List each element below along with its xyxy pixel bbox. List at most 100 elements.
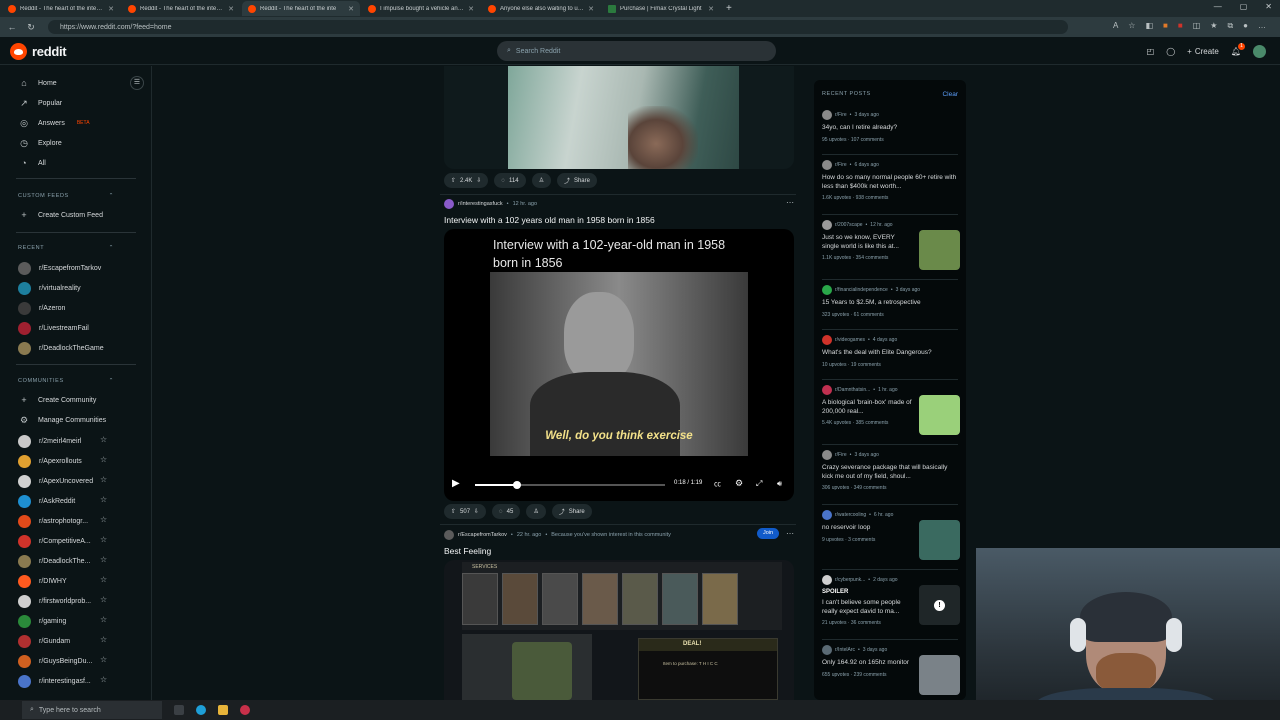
browser-tab[interactable]: Reddit - The heart of the inte ✕ — [242, 1, 360, 16]
recent-post-subreddit[interactable]: r/Fire — [835, 452, 847, 458]
manage-communities[interactable]: ⚙ Manage Communities — [18, 413, 106, 427]
recent-post-thumbnail-image[interactable]: ! — [919, 585, 960, 625]
maximize-icon[interactable]: ▢ — [1240, 2, 1248, 11]
sidebar-item-all[interactable]: ◔ All — [18, 156, 46, 170]
create-custom-feed[interactable]: + Create Custom Feed — [18, 208, 103, 222]
join-button[interactable]: Join — [757, 528, 779, 539]
favorite-star-icon[interactable]: ☆ — [100, 455, 107, 464]
favorite-star-icon[interactable]: ☆ — [100, 515, 107, 524]
minimize-icon[interactable]: — — [1214, 2, 1222, 11]
tab-close-icon[interactable]: ✕ — [348, 5, 354, 13]
recent-post-subreddit[interactable]: r/Fire — [835, 112, 847, 118]
recent-post-title[interactable]: no reservoir loop — [822, 524, 912, 533]
sidebar-recent-item[interactable]: r/virtualreality — [18, 281, 81, 295]
notifications-button[interactable]: 🔔︎ 1 — [1231, 43, 1245, 56]
favorite-star-icon[interactable]: ☆ — [100, 615, 107, 624]
clear-button[interactable]: Clear — [942, 91, 958, 98]
sidebar-community-item[interactable]: r/GuysBeingDu... — [18, 654, 92, 668]
read-aloud-icon[interactable]: A — [1113, 21, 1118, 31]
post2-subreddit[interactable]: r/interestingasfuck — [458, 201, 503, 207]
recent-post-subreddit[interactable]: r/financialindependence — [835, 287, 888, 293]
volume-icon[interactable]: 🔊︎ — [777, 479, 782, 489]
post2-title[interactable]: Interview with a 102 years old man in 19… — [444, 215, 655, 225]
sidebar-recent-item[interactable]: r/Azeron — [18, 301, 65, 315]
post3-more-icon[interactable]: ⋯ — [786, 529, 794, 538]
obs-app-icon[interactable] — [240, 705, 250, 715]
recent-post-title[interactable]: 34yo, can I retire already? — [822, 124, 960, 133]
sidebar-community-item[interactable]: r/ApexUncovered — [18, 474, 93, 488]
browser-tab[interactable]: Reddit - The heart of the internet ✕ — [2, 1, 120, 16]
extension-2-icon[interactable]: ■ — [1163, 21, 1168, 31]
close-window-icon[interactable]: ✕ — [1265, 2, 1272, 11]
recent-post-item[interactable]: r/IntelArc • 3 days ago Only 164.92 on 165h… — [822, 645, 960, 695]
sidebar-community-item[interactable]: r/AskReddit — [18, 494, 75, 508]
share-button[interactable]: ⤴ Share — [551, 504, 592, 519]
share-button[interactable]: ⤴ Share — [556, 173, 597, 188]
new-tab-button[interactable]: + — [726, 3, 732, 14]
sidebar-community-item[interactable]: r/interestingasf... — [18, 674, 91, 688]
seek-handle[interactable] — [512, 481, 521, 489]
browser-tab[interactable]: Anyone else also waiting to upg ✕ — [482, 1, 600, 16]
recent-post-thumbnail-image[interactable] — [919, 655, 960, 695]
favorite-star-icon[interactable]: ☆ — [100, 495, 107, 504]
comments-button[interactable]: ◌ 45 — [492, 504, 521, 519]
favorite-star-icon[interactable]: ☆ — [100, 655, 107, 664]
recent-post-title[interactable]: I can't believe some people really expec… — [822, 599, 912, 616]
recent-post-thumbnail-image[interactable] — [919, 520, 960, 560]
recent-post-item[interactable]: r/Fire • 6 days ago How do so many normal p… — [822, 160, 960, 201]
post3-image[interactable]: SERVICES DEAL! Item to purchase: T H I C… — [444, 560, 794, 700]
communities-header[interactable]: COMMUNITIES ⌃ — [18, 378, 114, 384]
post2-video-player[interactable]: Interview with a 102-year-old man in 195… — [444, 229, 794, 501]
tab-close-icon[interactable]: ✕ — [468, 5, 474, 13]
sidebar-community-item[interactable]: r/2meirl4meirl — [18, 434, 81, 448]
favorite-icon[interactable]: ☆ — [1128, 21, 1135, 31]
sidebar-community-item[interactable]: r/DeadlockThe... — [18, 554, 90, 568]
browser-tab[interactable]: I impulse bought a vehicle and I ✕ — [362, 1, 480, 16]
back-icon[interactable]: ← — [5, 22, 19, 32]
recent-post-subreddit[interactable]: r/cyberpunk... — [835, 577, 865, 583]
search-input[interactable]: ⌕ Search Reddit — [497, 41, 776, 61]
tab-close-icon[interactable]: ✕ — [108, 5, 114, 13]
sidebar-item-home[interactable]: ⌂ Home — [18, 76, 56, 90]
recent-post-subreddit[interactable]: r/2007scape — [835, 222, 863, 228]
browser-tab[interactable]: Purchase | Fimax Crystal Light ✕ — [602, 1, 720, 16]
browser-tab[interactable]: Reddit - The heart of the internet ✕ — [122, 1, 240, 16]
post3-subreddit[interactable]: r/EscapefromTarkov — [458, 532, 507, 538]
custom-feeds-header[interactable]: CUSTOM FEEDS ⌃ — [18, 193, 114, 199]
recent-post-item[interactable]: r/Fire • 3 days ago 34yo, can I retire alre… — [822, 110, 960, 143]
extension-icon[interactable]: ◧ — [1145, 21, 1153, 31]
favorite-star-icon[interactable]: ☆ — [100, 475, 107, 484]
tab-close-icon[interactable]: ✕ — [228, 5, 234, 13]
sidebar-item-popular[interactable]: ↗ Popular — [18, 96, 62, 110]
chat-icon[interactable]: ◯ — [1166, 47, 1175, 56]
recent-post-title[interactable]: What's the deal with Elite Dangerous? — [822, 349, 960, 358]
fullscreen-icon[interactable]: ⤢ — [756, 479, 762, 489]
recent-post-item[interactable]: r/cyberpunk... • 2 days ago SPOILER I can't … — [822, 575, 960, 626]
sidebar-recent-item[interactable]: r/LivestreamFail — [18, 321, 89, 335]
settings-gear-icon[interactable]: ⚙ — [735, 478, 743, 489]
favorites-bar-icon[interactable]: ★ — [1210, 21, 1217, 31]
edge-browser-icon[interactable] — [196, 705, 206, 715]
recent-post-title[interactable]: 15 Years to $2.5M, a retrospective — [822, 299, 960, 308]
recent-post-subreddit[interactable]: r/videogames — [835, 337, 865, 343]
collections-icon[interactable]: ⧉ — [1227, 21, 1233, 31]
sidebar-community-item[interactable]: r/Gundam — [18, 634, 70, 648]
advertise-icon[interactable]: ◰ — [1147, 47, 1155, 56]
upvote-icon[interactable]: ⇧ — [451, 508, 456, 515]
recent-post-subreddit[interactable]: r/Damnthatsin... — [835, 387, 870, 393]
subreddit-avatar[interactable] — [444, 530, 454, 540]
sidebar-community-item[interactable]: r/astrophotogr... — [18, 514, 88, 528]
recent-post-title[interactable]: A biological 'brain-box' made of 200,000… — [822, 399, 912, 416]
sidebar-community-item[interactable]: r/DIWHY — [18, 574, 67, 588]
extension-3-icon[interactable]: ■ — [1178, 21, 1183, 31]
sidebar-recent-item[interactable]: r/EscapefromTarkov — [18, 261, 101, 275]
recent-post-title[interactable]: Only 164.92 on 165hz monitor — [822, 659, 912, 668]
recent-post-title[interactable]: Just so we know, EVERY single world is l… — [822, 234, 912, 251]
sidebar-community-item[interactable]: r/gaming — [18, 614, 66, 628]
recent-post-thumbnail-image[interactable] — [919, 230, 960, 270]
reddit-logo[interactable]: reddit — [10, 43, 67, 60]
favorite-star-icon[interactable]: ☆ — [100, 675, 107, 684]
sidebar-item-explore[interactable]: ◷ Explore — [18, 136, 62, 150]
url-field[interactable]: https://www.reddit.com/?feed=home — [48, 20, 1068, 34]
play-icon[interactable]: ▶ — [452, 478, 460, 489]
